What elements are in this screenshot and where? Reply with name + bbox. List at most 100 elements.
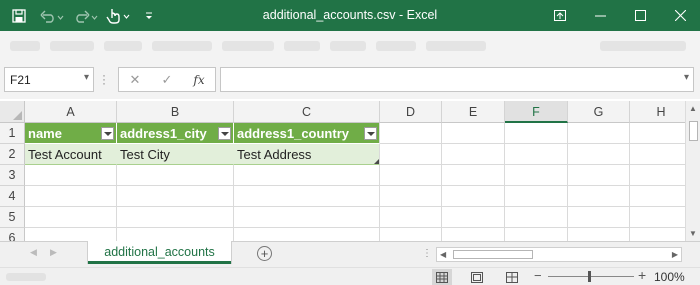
grid-cell[interactable] [505, 186, 568, 207]
add-sheet-icon[interactable]: + [257, 246, 272, 261]
prev-sheet-icon[interactable]: ◀ [30, 247, 37, 258]
save-icon[interactable] [8, 0, 30, 31]
row-header[interactable]: 1 [0, 123, 25, 144]
grid-cell[interactable] [568, 165, 630, 186]
close-icon[interactable] [660, 0, 700, 31]
grid-cell[interactable] [630, 186, 685, 207]
grid-cell[interactable] [442, 186, 505, 207]
table-resize-handle[interactable] [374, 159, 379, 164]
function-icon[interactable]: fx [189, 71, 209, 89]
column-header[interactable]: A [25, 101, 117, 123]
grid-cell[interactable] [568, 144, 630, 165]
filter-dropdown-icon[interactable] [101, 127, 114, 140]
tab-split-grip[interactable]: ⋮ [422, 248, 432, 259]
column-header[interactable]: B [117, 101, 234, 123]
normal-view-icon[interactable] [432, 269, 452, 285]
page-layout-icon[interactable] [467, 269, 487, 285]
ribbon-display-icon[interactable] [540, 0, 580, 31]
grid-cell[interactable] [568, 123, 630, 144]
grid-cell[interactable] [505, 228, 568, 241]
table-cell[interactable]: Test Account [25, 144, 117, 165]
grid-cell[interactable] [234, 207, 380, 228]
zoom-slider-thumb[interactable] [588, 271, 591, 282]
grid-cell[interactable] [234, 228, 380, 241]
table-header-cell[interactable]: address1_country [234, 123, 380, 144]
grid-cell[interactable] [630, 228, 685, 241]
name-box[interactable]: F21 ▾ [4, 67, 94, 92]
grid-cell[interactable] [442, 165, 505, 186]
grid-cell[interactable] [505, 144, 568, 165]
zoom-in-icon[interactable]: + [638, 267, 646, 283]
grid-cell[interactable] [117, 165, 234, 186]
customize-qat-icon[interactable] [141, 0, 157, 31]
grid-cell[interactable] [25, 207, 117, 228]
column-header[interactable]: C [234, 101, 380, 123]
sheet-tab-active[interactable]: additional_accounts [88, 241, 231, 264]
column-header-selected[interactable]: F [505, 101, 568, 123]
column-header[interactable]: D [380, 101, 442, 123]
grid-cell[interactable] [505, 207, 568, 228]
column-header[interactable]: G [568, 101, 630, 123]
grid-cell[interactable] [117, 228, 234, 241]
grid-cell[interactable] [630, 165, 685, 186]
vertical-scrollbar[interactable]: ▲ ▼ [685, 101, 700, 241]
select-all-button[interactable] [0, 101, 25, 123]
expand-formula-icon[interactable]: ▾ [684, 72, 689, 83]
grid-cell[interactable] [630, 144, 685, 165]
formula-bar-grip[interactable]: · · · [102, 69, 106, 89]
table-cell[interactable]: Test Address [234, 144, 380, 165]
grid-cell[interactable] [380, 165, 442, 186]
grid-cell[interactable] [568, 207, 630, 228]
grid-cell[interactable] [442, 144, 505, 165]
row-header[interactable]: 4 [0, 186, 25, 207]
table-header-cell[interactable]: address1_city [117, 123, 234, 144]
filter-dropdown-icon[interactable] [218, 127, 231, 140]
zoom-slider[interactable] [548, 276, 634, 277]
cancel-icon[interactable]: ✕ [125, 71, 145, 89]
grid-cell[interactable] [380, 186, 442, 207]
grid-cell[interactable] [380, 123, 442, 144]
page-break-icon[interactable] [502, 269, 522, 285]
minimize-icon[interactable] [580, 0, 620, 31]
grid-cell[interactable] [25, 165, 117, 186]
grid-cell[interactable] [630, 207, 685, 228]
grid-cell[interactable] [380, 207, 442, 228]
scroll-right-icon[interactable]: ▶ [672, 250, 678, 259]
column-header[interactable]: E [442, 101, 505, 123]
grid-cell[interactable] [117, 207, 234, 228]
row-header[interactable]: 2 [0, 144, 25, 165]
row-header[interactable]: 3 [0, 165, 25, 186]
scroll-left-icon[interactable]: ◀ [440, 250, 446, 259]
formula-input[interactable]: ▾ [220, 67, 694, 92]
grid-cell[interactable] [234, 186, 380, 207]
grid-cell[interactable] [442, 228, 505, 241]
row-header[interactable]: 5 [0, 207, 25, 228]
table-cell[interactable]: Test City [117, 144, 234, 165]
redo-icon[interactable] [72, 0, 100, 31]
grid-cell[interactable] [630, 123, 685, 144]
grid-cell[interactable] [234, 165, 380, 186]
grid-cell[interactable] [117, 186, 234, 207]
zoom-out-icon[interactable]: − [534, 268, 542, 283]
grid-cell[interactable] [505, 123, 568, 144]
filter-dropdown-icon[interactable] [364, 127, 377, 140]
grid-cell[interactable] [568, 228, 630, 241]
grid-cell[interactable] [380, 144, 442, 165]
maximize-icon[interactable] [620, 0, 660, 31]
grid-cell[interactable] [25, 228, 117, 241]
undo-icon[interactable] [38, 0, 66, 31]
row-header[interactable]: 6 [0, 228, 25, 241]
horizontal-scroll-thumb[interactable] [453, 250, 533, 259]
zoom-level[interactable]: 100% [654, 270, 685, 284]
table-header-cell[interactable]: name [25, 123, 117, 144]
grid-cell[interactable] [442, 207, 505, 228]
touch-mode-icon[interactable] [104, 0, 134, 31]
column-header[interactable]: H [630, 101, 685, 123]
grid-cell[interactable] [25, 186, 117, 207]
grid-cell[interactable] [568, 186, 630, 207]
horizontal-scrollbar[interactable]: ◀ ▶ [436, 247, 682, 262]
worksheet-grid[interactable]: A B C D E F G H 1 2 3 4 5 6 name address… [0, 101, 685, 241]
vertical-scroll-thumb[interactable] [689, 121, 698, 141]
next-sheet-icon[interactable]: ▶ [50, 247, 57, 258]
scroll-up-icon[interactable]: ▲ [689, 104, 697, 113]
